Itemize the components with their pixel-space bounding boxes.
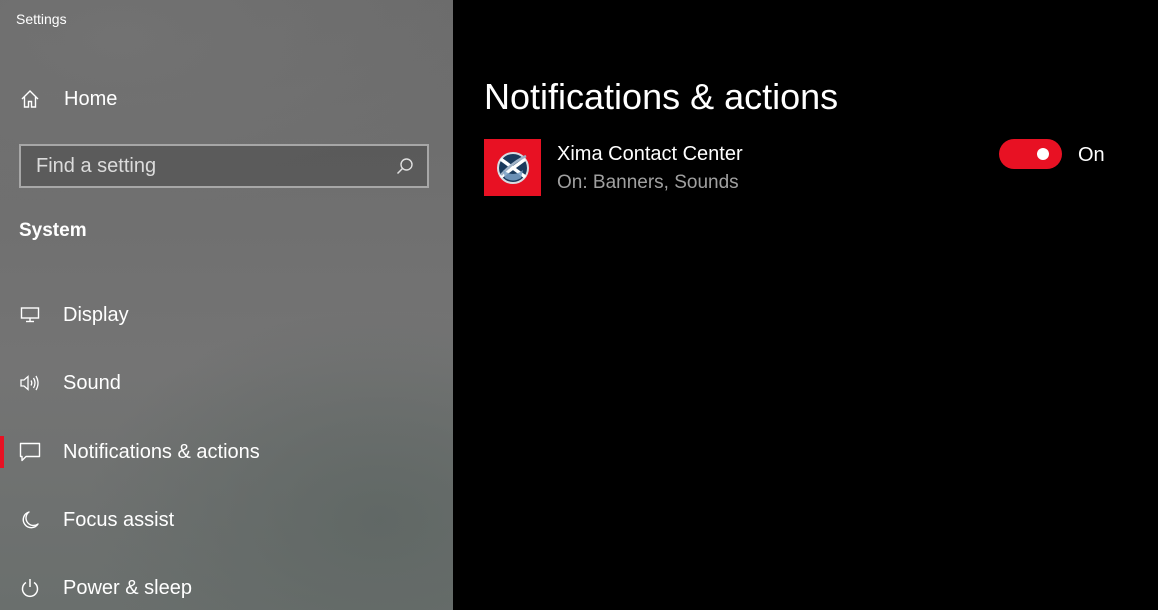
search-box[interactable] — [19, 144, 429, 188]
search-icon[interactable] — [393, 154, 417, 178]
sidebar-item-display[interactable]: Display — [0, 289, 453, 341]
sidebar-item-label: Display — [63, 303, 129, 326]
sidebar-item-notifications[interactable]: Notifications & actions — [0, 426, 453, 478]
selection-indicator — [0, 436, 4, 468]
main-content: Notifications & actions Xima Contact Cen… — [453, 0, 1158, 610]
home-icon — [18, 87, 42, 111]
power-icon — [18, 576, 42, 600]
xima-logo-icon — [484, 139, 541, 196]
moon-icon — [18, 508, 42, 532]
sidebar: Settings Home System Display Sound — [0, 0, 453, 610]
sidebar-item-label: Sound — [63, 371, 121, 394]
sidebar-item-label: Notifications & actions — [63, 440, 260, 463]
sidebar-item-sound[interactable]: Sound — [0, 357, 453, 409]
toggle-knob — [1037, 148, 1049, 160]
search-input[interactable] — [21, 146, 393, 186]
settings-window: Settings Home System Display Sound — [0, 0, 1158, 610]
page-title: Notifications & actions — [484, 76, 839, 117]
sidebar-item-home[interactable]: Home — [0, 73, 453, 125]
sidebar-item-focus-assist[interactable]: Focus assist — [0, 494, 453, 546]
app-notification-toggle[interactable] — [999, 139, 1062, 169]
window-title: Settings — [16, 11, 67, 27]
notification-icon — [18, 440, 42, 464]
toggle-state-label: On — [1078, 144, 1105, 166]
sidebar-item-power-sleep[interactable]: Power & sleep — [0, 562, 453, 610]
display-icon — [18, 303, 42, 327]
sidebar-item-label: Home — [64, 87, 118, 110]
section-title: System — [19, 220, 87, 241]
sidebar-item-label: Focus assist — [63, 508, 175, 531]
app-name: Xima Contact Center — [557, 143, 743, 165]
app-notification-summary: On: Banners, Sounds — [557, 172, 739, 193]
sidebar-item-label: Power & sleep — [63, 576, 192, 599]
speaker-icon — [18, 371, 42, 395]
